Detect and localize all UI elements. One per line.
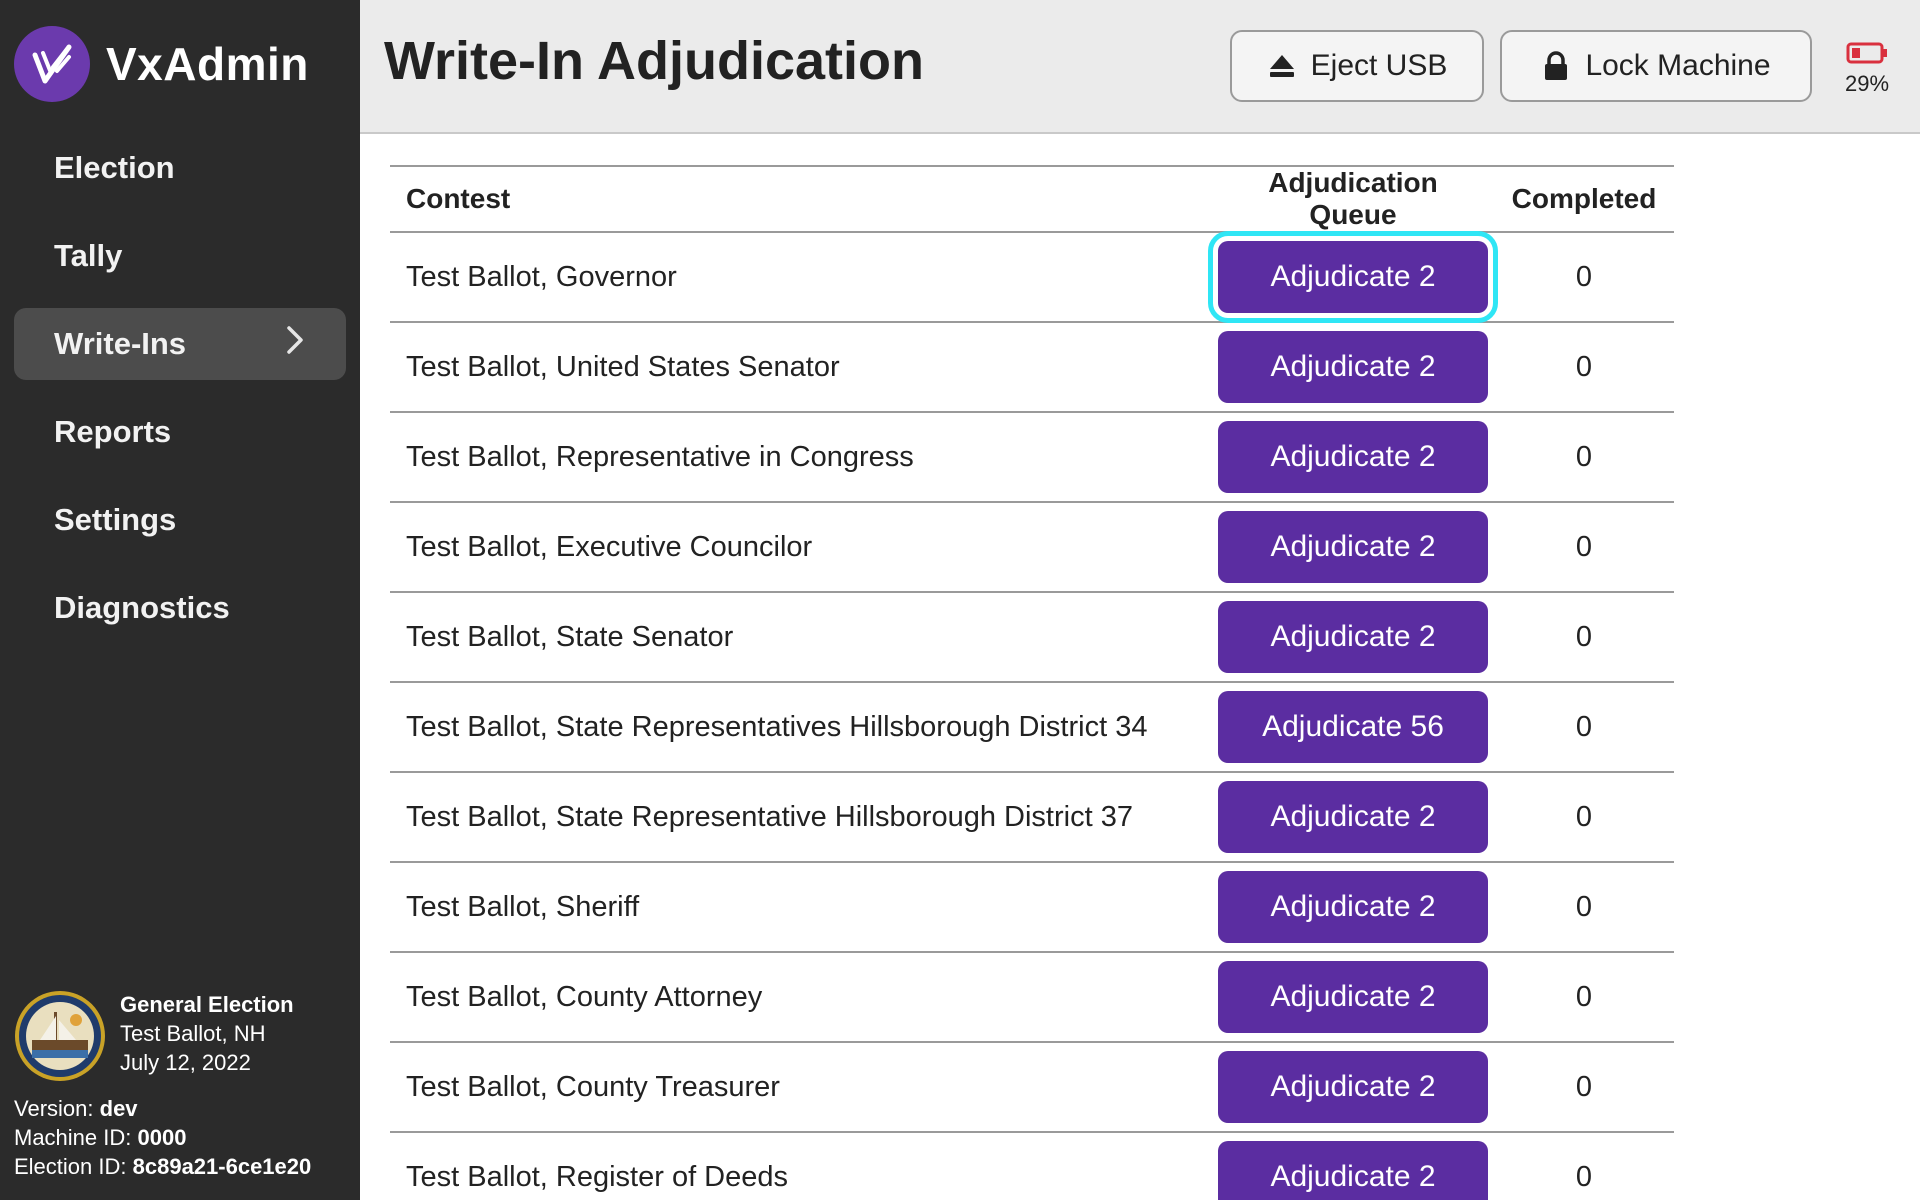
completed-count: 0 bbox=[1494, 322, 1674, 413]
contest-name: Test Ballot, County Attorney bbox=[390, 952, 1212, 1043]
contest-name: Test Ballot, Register of Deeds bbox=[390, 1132, 1212, 1200]
completed-count: 0 bbox=[1494, 682, 1674, 773]
contest-name: Test Ballot, Governor bbox=[390, 232, 1212, 323]
sidebar-item-label: Write-Ins bbox=[54, 326, 187, 361]
top-header: Write-In Adjudication Eject USB Lock Mac… bbox=[360, 0, 1920, 134]
sidebar-footer: General Election Test Ballot, NH July 12… bbox=[14, 990, 354, 1181]
completed-count: 0 bbox=[1494, 1132, 1674, 1200]
completed-count: 0 bbox=[1494, 772, 1674, 863]
adjudicate-button[interactable]: Adjudicate 2 bbox=[1218, 1141, 1488, 1200]
sidebar-item-label: Diagnostics bbox=[54, 590, 230, 625]
completed-count: 0 bbox=[1494, 1042, 1674, 1133]
election-id-value: 8c89a21-6ce1e20 bbox=[132, 1154, 312, 1179]
brand: VxAdmin bbox=[14, 24, 309, 104]
election-info: General Election Test Ballot, NH July 12… bbox=[14, 990, 354, 1082]
adjudicate-button[interactable]: Adjudicate 2 bbox=[1218, 331, 1488, 403]
battery-status: 29% bbox=[1836, 42, 1898, 97]
column-header-completed: Completed bbox=[1494, 165, 1674, 233]
adjudicate-button[interactable]: Adjudicate 2 bbox=[1218, 511, 1488, 583]
lock-machine-label: Lock Machine bbox=[1585, 49, 1771, 82]
table-header-row: Contest Adjudication Queue Completed bbox=[390, 165, 1674, 233]
table-row: Test Ballot, State Representatives Hills… bbox=[390, 682, 1674, 773]
chevron-right-icon bbox=[284, 323, 306, 365]
table-row: Test Ballot, Register of Deeds Adjudicat… bbox=[390, 1132, 1674, 1200]
table-row: Test Ballot, County Treasurer Adjudicate… bbox=[390, 1042, 1674, 1133]
version-line: Version: dev bbox=[14, 1096, 138, 1121]
table-row: Test Ballot, State Senator Adjudicate 2 … bbox=[390, 592, 1674, 683]
sidebar: VxAdmin Election Tally Write-Ins Reports… bbox=[0, 0, 360, 1200]
state-seal-icon bbox=[14, 990, 106, 1082]
completed-count: 0 bbox=[1494, 232, 1674, 323]
sidebar-item-diagnostics[interactable]: Diagnostics bbox=[14, 572, 346, 644]
adjudicate-button[interactable]: Adjudicate 2 bbox=[1218, 961, 1488, 1033]
sidebar-item-label: Election bbox=[54, 150, 175, 185]
vx-logo-icon bbox=[14, 26, 90, 102]
sidebar-item-label: Settings bbox=[54, 502, 177, 537]
eject-icon bbox=[1267, 51, 1297, 81]
battery-percent: 29% bbox=[1844, 71, 1890, 96]
contest-name: Test Ballot, United States Senator bbox=[390, 322, 1212, 413]
completed-count: 0 bbox=[1494, 592, 1674, 683]
sidebar-item-label: Tally bbox=[54, 238, 123, 273]
contest-name: Test Ballot, Executive Councilor bbox=[390, 502, 1212, 593]
sidebar-item-tally[interactable]: Tally bbox=[14, 220, 346, 292]
table-row: Test Ballot, United States Senator Adjud… bbox=[390, 322, 1674, 413]
completed-count: 0 bbox=[1494, 412, 1674, 503]
election-date: July 12, 2022 bbox=[120, 1050, 251, 1075]
machine-id-line: Machine ID: 0000 bbox=[14, 1125, 187, 1150]
lock-machine-button[interactable]: Lock Machine bbox=[1500, 30, 1812, 102]
completed-count: 0 bbox=[1494, 952, 1674, 1043]
sidebar-item-election[interactable]: Election bbox=[14, 132, 346, 204]
contest-name: Test Ballot, State Representative Hillsb… bbox=[390, 772, 1212, 863]
adjudicate-button[interactable]: Adjudicate 2 bbox=[1208, 231, 1498, 323]
contest-name: Test Ballot, Sheriff bbox=[390, 862, 1212, 953]
sidebar-item-label: Reports bbox=[54, 414, 172, 449]
completed-count: 0 bbox=[1494, 502, 1674, 593]
adjudicate-button[interactable]: Adjudicate 2 bbox=[1218, 781, 1488, 853]
machine-meta: Version: dev Machine ID: 0000 Election I… bbox=[14, 1094, 354, 1181]
column-header-queue: Adjudication Queue bbox=[1212, 165, 1494, 233]
adjudication-table: Contest Adjudication Queue Completed Tes… bbox=[390, 165, 1674, 1200]
table-row: Test Ballot, Sheriff Adjudicate 2 0 bbox=[390, 862, 1674, 953]
table-row: Test Ballot, Representative in Congress … bbox=[390, 412, 1674, 503]
column-header-contest: Contest bbox=[390, 165, 1212, 233]
table-row: Test Ballot, Governor Adjudicate 2 0 bbox=[390, 231, 1674, 323]
sidebar-nav: Election Tally Write-Ins Reports Setting… bbox=[14, 132, 346, 660]
adjudicate-button[interactable]: Adjudicate 56 bbox=[1218, 691, 1488, 763]
adjudicate-button[interactable]: Adjudicate 2 bbox=[1218, 871, 1488, 943]
adjudicate-button[interactable]: Adjudicate 2 bbox=[1218, 601, 1488, 673]
election-id-line: Election ID: 8c89a21-6ce1e20 bbox=[14, 1154, 312, 1179]
adjudication-table-area: Contest Adjudication Queue Completed Tes… bbox=[390, 165, 1674, 1200]
contest-name: Test Ballot, State Senator bbox=[390, 592, 1212, 683]
version-value: dev bbox=[99, 1096, 138, 1121]
sidebar-item-settings[interactable]: Settings bbox=[14, 484, 346, 556]
adjudicate-button[interactable]: Adjudicate 2 bbox=[1218, 421, 1488, 493]
table-row: Test Ballot, County Attorney Adjudicate … bbox=[390, 952, 1674, 1043]
sidebar-item-reports[interactable]: Reports bbox=[14, 396, 346, 468]
machine-id-value: 0000 bbox=[137, 1125, 187, 1150]
sidebar-item-write-ins[interactable]: Write-Ins bbox=[14, 308, 346, 380]
completed-count: 0 bbox=[1494, 862, 1674, 953]
contest-name: Test Ballot, State Representatives Hills… bbox=[390, 682, 1212, 773]
table-row: Test Ballot, State Representative Hillsb… bbox=[390, 772, 1674, 863]
page-title: Write-In Adjudication bbox=[384, 31, 924, 91]
election-title: General Election bbox=[120, 992, 294, 1017]
eject-usb-label: Eject USB bbox=[1310, 49, 1448, 82]
lock-icon bbox=[1541, 51, 1571, 81]
contest-name: Test Ballot, County Treasurer bbox=[390, 1042, 1212, 1133]
contest-name: Test Ballot, Representative in Congress bbox=[390, 412, 1212, 503]
adjudicate-button[interactable]: Adjudicate 2 bbox=[1218, 1051, 1488, 1123]
eject-usb-button[interactable]: Eject USB bbox=[1230, 30, 1484, 102]
table-row: Test Ballot, Executive Councilor Adjudic… bbox=[390, 502, 1674, 593]
election-location: Test Ballot, NH bbox=[120, 1021, 266, 1046]
app-name: VxAdmin bbox=[106, 38, 309, 90]
battery-low-icon bbox=[1846, 42, 1888, 68]
